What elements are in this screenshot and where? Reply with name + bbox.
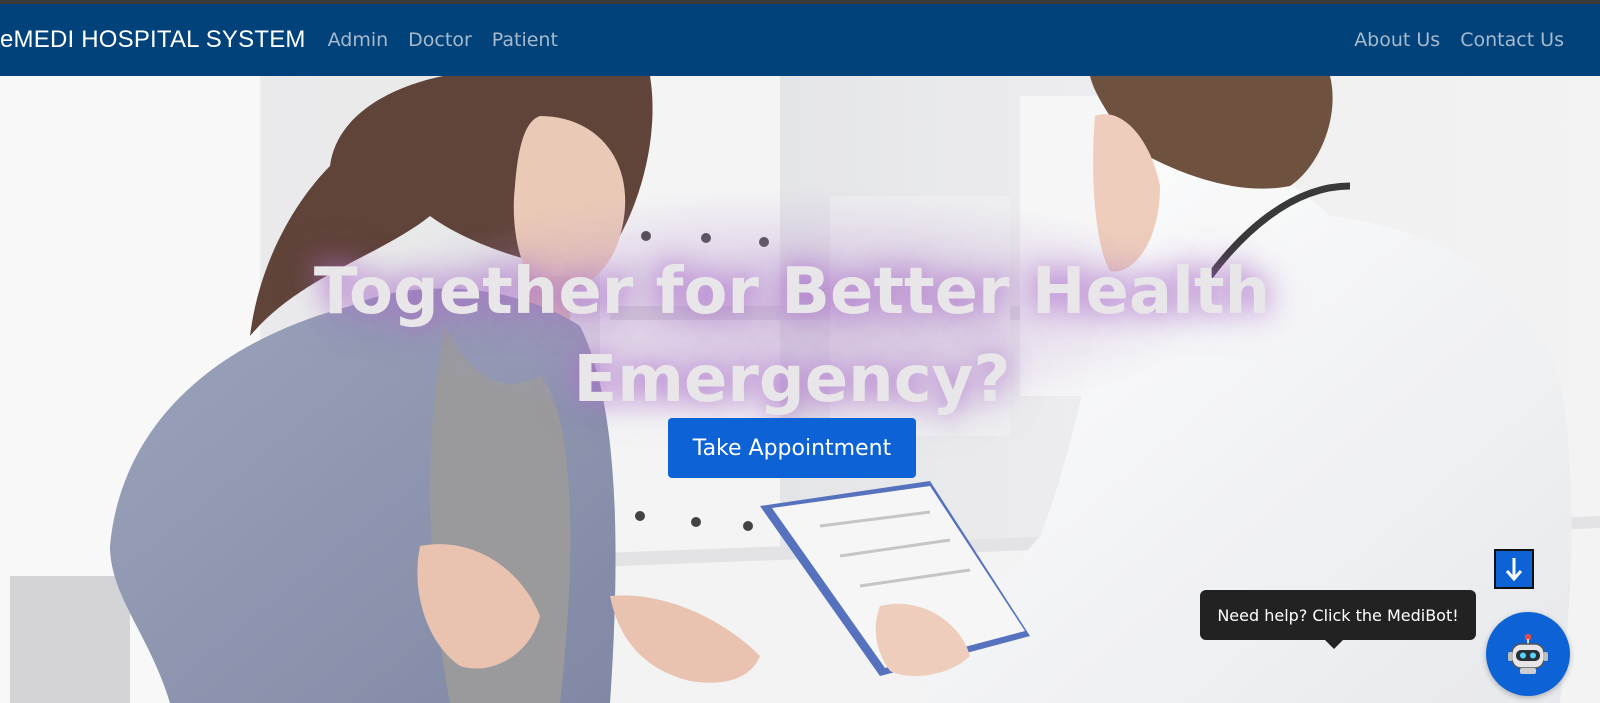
hero-headline: Together for Better Health Emergency? xyxy=(0,248,1584,424)
brand-title[interactable]: eMEDI HOSPITAL SYSTEM xyxy=(0,26,306,54)
nav-link-contact-us[interactable]: Contact Us xyxy=(1450,29,1574,51)
robot-icon xyxy=(1508,634,1548,674)
medibot-tooltip: Need help? Click the MediBot! xyxy=(1200,590,1476,649)
medibot-button[interactable] xyxy=(1486,612,1570,696)
arrow-down-icon xyxy=(1505,558,1523,582)
take-appointment-button[interactable]: Take Appointment xyxy=(668,418,916,478)
nav-link-about-us[interactable]: About Us xyxy=(1344,29,1450,51)
headline-line-1: Together for Better Health xyxy=(313,255,1271,329)
nav-link-doctor[interactable]: Doctor xyxy=(398,29,482,51)
hero-section: Together for Better Health Emergency? Ta… xyxy=(0,76,1600,703)
scroll-down-button[interactable] xyxy=(1494,549,1534,589)
nav-right-links: About Us Contact Us xyxy=(1344,29,1574,51)
headline-line-2: Emergency? xyxy=(573,343,1011,417)
nav-left-links: Admin Doctor Patient xyxy=(318,29,568,51)
nav-link-admin[interactable]: Admin xyxy=(318,29,399,51)
nav-link-patient[interactable]: Patient xyxy=(482,29,568,51)
navbar: eMEDI HOSPITAL SYSTEM Admin Doctor Patie… xyxy=(0,4,1600,76)
